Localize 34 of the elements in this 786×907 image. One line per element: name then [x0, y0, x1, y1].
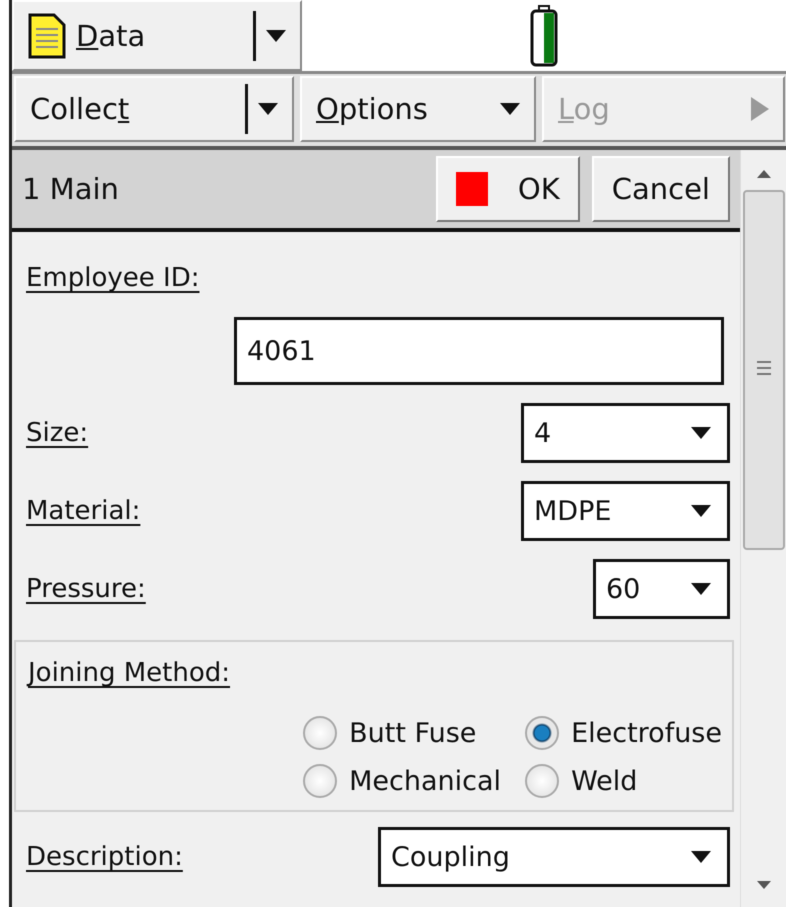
- arrow-right-icon: [751, 97, 769, 121]
- dropdown-field[interactable]: 4: [521, 403, 730, 463]
- radio-option[interactable]: Weld: [525, 764, 722, 798]
- caret-icon: [691, 427, 711, 439]
- dropdown-field[interactable]: Coupling: [378, 827, 730, 887]
- radio-option[interactable]: Electrofuse: [525, 716, 722, 750]
- form-title: 1 Main: [22, 172, 120, 206]
- dropdown-field[interactable]: MDPE: [521, 481, 730, 541]
- scroll-thumb[interactable]: [742, 190, 784, 550]
- battery-icon: [530, 4, 558, 66]
- field-label: Material:: [26, 496, 140, 526]
- cancel-button[interactable]: Cancel: [592, 156, 730, 222]
- menu-button[interactable]: Collect: [14, 76, 294, 142]
- group-label: Joining Method:: [28, 658, 232, 688]
- menu-button[interactable]: Options: [300, 76, 536, 142]
- caret-icon: [266, 30, 286, 42]
- field-label: Pressure:: [26, 574, 146, 604]
- document-icon: [28, 12, 66, 58]
- caret-icon: [500, 103, 520, 115]
- field-label: Size:: [26, 418, 88, 448]
- caret-icon: [258, 103, 278, 115]
- radio-option[interactable]: Butt Fuse: [303, 716, 502, 750]
- scrollbar[interactable]: [740, 150, 786, 907]
- field-label: Description:: [26, 842, 183, 872]
- ok-button[interactable]: OK: [436, 156, 580, 222]
- input-field[interactable]: 4061: [234, 317, 724, 385]
- data-button[interactable]: Data: [12, 0, 302, 71]
- caret-icon: [691, 851, 711, 863]
- dropdown-field[interactable]: 60: [593, 559, 730, 619]
- caret-icon: [691, 583, 711, 595]
- radio-option[interactable]: Mechanical: [303, 764, 502, 798]
- caret-icon: [691, 505, 711, 517]
- stop-icon: [456, 172, 488, 206]
- field-label: Employee ID:: [26, 263, 200, 293]
